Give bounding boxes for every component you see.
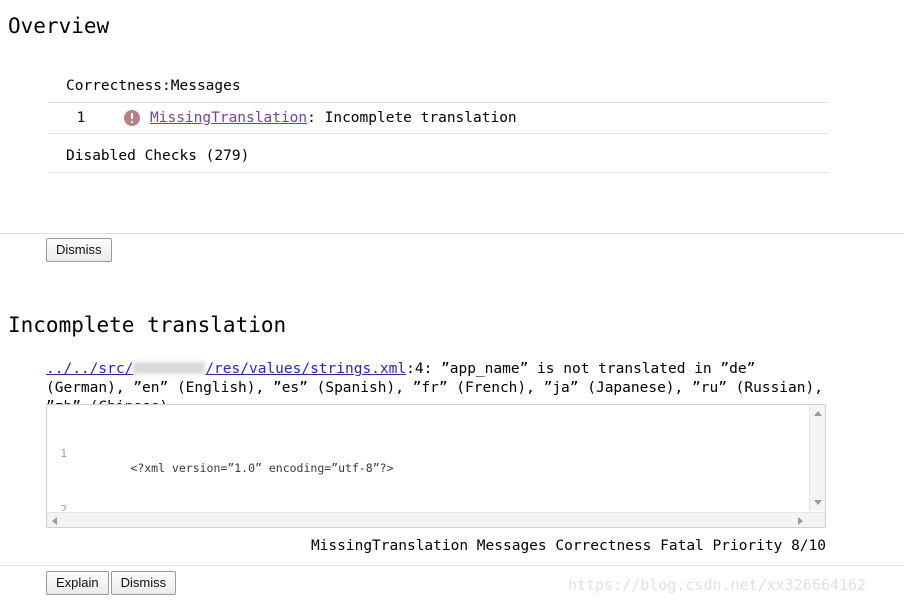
code-snippet-viewer[interactable]: 1 <?xml version=”1.0” encoding=”utf-8”?> … [46,404,826,528]
redacted-path-segment [133,362,206,374]
issue-description-cell: MissingTranslation: Incomplete translati… [150,102,828,134]
issue-link-missingtranslation[interactable]: MissingTranslation [150,110,307,126]
disabled-checks-row[interactable]: Disabled Checks (279) [48,133,828,173]
error-circle-icon [124,110,140,126]
table-row[interactable]: 1 MissingTranslation: Incomplete transla… [48,102,828,134]
issue-button-bar: Explain Dismiss [46,571,178,595]
file-path-prefix: ../../src/ [46,361,134,377]
issue-detail-title: Incomplete translation [8,313,287,337]
explain-button[interactable]: Explain [46,571,109,595]
code-token-xml-decl: <?xml version=”1.0” encoding=”utf-8”?> [130,461,394,475]
section-divider-top [0,233,904,234]
dismiss-button-issue[interactable]: Dismiss [110,571,177,595]
disabled-checks-label: Disabled Checks (279) [48,133,828,173]
code-vertical-scrollbar[interactable] [809,405,825,511]
scroll-right-arrow-icon[interactable] [798,517,803,525]
issue-severity-cell [114,102,150,134]
issue-description-text: Incomplete translation [324,110,517,126]
scroll-up-arrow-icon[interactable] [814,411,822,416]
dismiss-button-overview[interactable]: Dismiss [46,238,112,262]
file-line-ref: :4: [406,361,442,377]
overview-summary-table: Correctness:Messages 1 MissingTranslatio… [48,78,828,173]
line-number: 1 [60,447,67,460]
code-scroll-area: 1 <?xml version=”1.0” encoding=”utf-8”?> … [47,405,808,511]
file-path-suffix: /res/values/strings.xml [205,361,407,377]
issue-meta-line: MissingTranslation Messages Correctness … [310,538,826,554]
category-header-label: Correctness:Messages [48,78,828,103]
line-number: 2 [60,503,67,511]
code-line: 2<resources xmlns:tools=”http://schemas.… [47,503,808,511]
section-divider-bottom [0,565,904,566]
code-horizontal-scrollbar[interactable] [47,512,825,527]
issue-separator: : [307,110,325,126]
page-title: Overview [8,14,110,38]
watermark-text: https://blog.csdn.net/xx326664162 [568,576,867,594]
code-line: 1 <?xml version=”1.0” encoding=”utf-8”?> [47,447,808,475]
code-lines: 1 <?xml version=”1.0” encoding=”utf-8”?> … [47,405,808,511]
scroll-down-arrow-icon[interactable] [814,500,822,505]
issue-count: 1 [48,102,114,134]
overview-button-bar: Dismiss [46,238,112,262]
file-path-link[interactable]: ../../src/ /res/values/strings.xml [46,361,406,377]
category-header-row: Correctness:Messages [48,78,828,103]
scroll-left-arrow-icon[interactable] [52,517,57,525]
